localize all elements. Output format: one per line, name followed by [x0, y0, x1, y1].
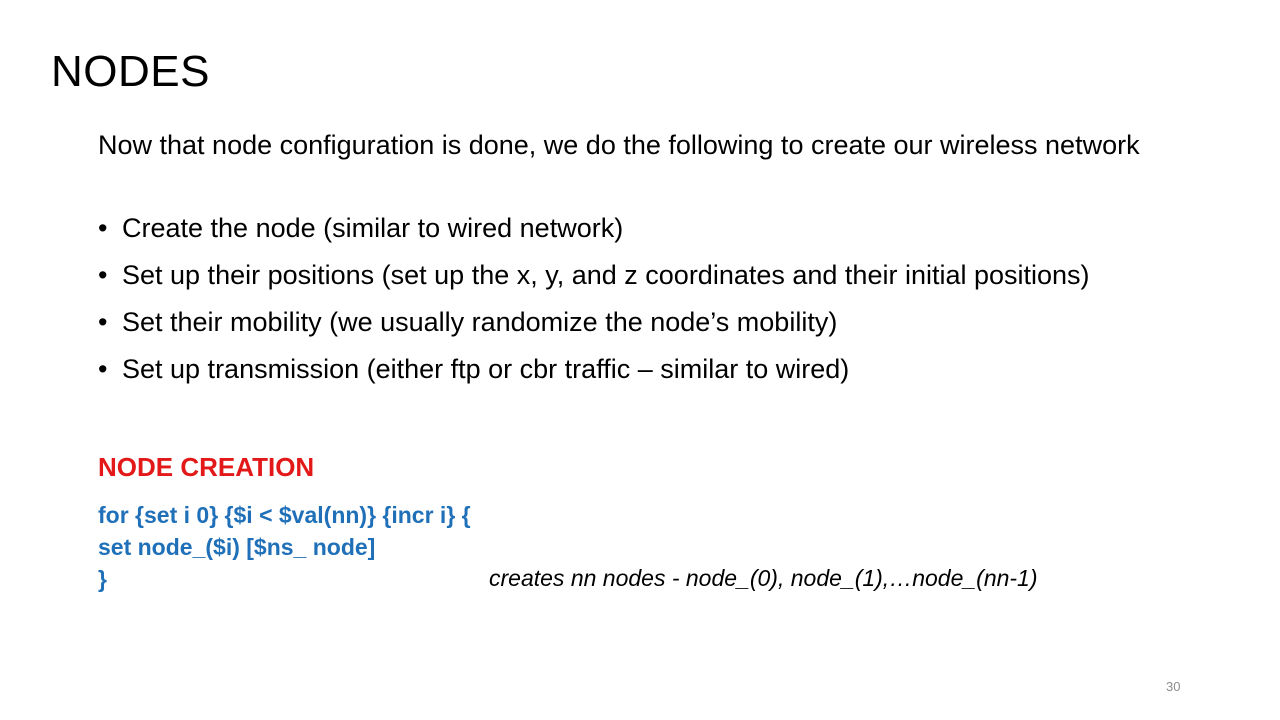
- bullet-item: • Set up transmission (either ftp or cbr…: [98, 352, 1090, 387]
- bullet-item: • Create the node (similar to wired netw…: [98, 211, 1090, 246]
- code-block: for {set i 0} {$i < $val(nn)} {incr i} {…: [98, 499, 471, 595]
- bullet-text: Create the node (similar to wired networ…: [122, 213, 624, 243]
- bullet-text: Set up their positions (set up the x, y,…: [122, 260, 1090, 290]
- bullet-list: • Create the node (similar to wired netw…: [98, 211, 1090, 399]
- intro-paragraph: Now that node configuration is done, we …: [98, 130, 1140, 160]
- bullet-dot: •: [98, 213, 108, 243]
- slide-title: NODES: [51, 47, 210, 96]
- bullet-item: • Set their mobility (we usually randomi…: [98, 305, 1090, 340]
- code-line: set node_($i) [$ns_ node]: [98, 534, 376, 560]
- code-line: }: [98, 566, 107, 592]
- bullet-text: Set their mobility (we usually randomize…: [122, 307, 838, 337]
- bullet-text: Set up transmission (either ftp or cbr t…: [122, 354, 850, 384]
- code-line: for {set i 0} {$i < $val(nn)} {incr i} {: [98, 502, 471, 528]
- bullet-item: • Set up their positions (set up the x, …: [98, 258, 1090, 293]
- section-heading: NODE CREATION: [98, 452, 315, 482]
- page-number: 30: [1166, 679, 1181, 694]
- bullet-dot: •: [98, 307, 108, 337]
- code-comment: creates nn nodes - node_(0), node_(1),…n…: [489, 565, 1038, 591]
- bullet-dot: •: [98, 354, 108, 384]
- bullet-dot: •: [98, 260, 108, 290]
